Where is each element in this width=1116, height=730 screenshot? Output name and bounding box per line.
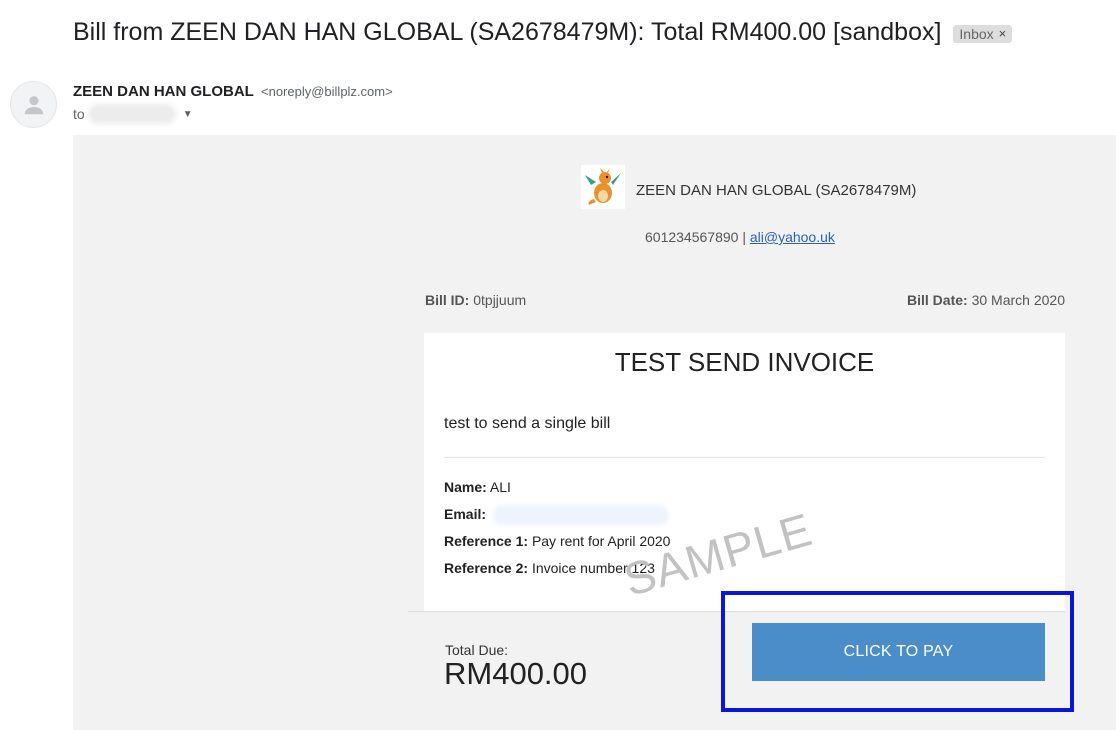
- bill-id: Bill ID: 0tpjjuum: [425, 292, 526, 308]
- merchant-phone: 601234567890: [645, 229, 739, 245]
- merchant-email-link[interactable]: ali@yahoo.uk: [750, 229, 835, 245]
- bill-id-value: 0tpjjuum: [473, 292, 527, 308]
- invoice-description: test to send a single bill: [444, 415, 611, 432]
- merchant-name: ZEEN DAN HAN GLOBAL (SA2678479M): [636, 182, 917, 199]
- to-label: to: [73, 106, 85, 122]
- reference-2-row: Reference 2: Invoice number 123: [444, 560, 655, 576]
- person-icon: [24, 95, 43, 114]
- customer-email-row: Email:: [444, 506, 666, 523]
- recipient-redacted: [90, 107, 173, 121]
- subject-row: Bill from ZEEN DAN HAN GLOBAL (SA2678479…: [73, 18, 1013, 47]
- sender-name[interactable]: ZEEN DAN HAN GLOBAL: [73, 83, 254, 100]
- bill-id-label: Bill ID:: [425, 292, 470, 308]
- email-label: Email:: [444, 506, 487, 522]
- email-body: ZEEN DAN HAN GLOBAL (SA2678479M) 6012345…: [73, 135, 1116, 730]
- bill-date-label: Bill Date:: [907, 292, 968, 308]
- sender-avatar[interactable]: [10, 81, 57, 128]
- dragon-logo: [581, 165, 625, 209]
- recipient-row: to ▼: [73, 106, 193, 122]
- total-due-amount: RM400.00: [444, 656, 588, 691]
- reference-1-label: Reference 1:: [444, 533, 529, 549]
- reference-2-value: Invoice number 123: [531, 560, 655, 576]
- reference-1-value: Pay rent for April 2020: [531, 533, 671, 549]
- invoice-card: TEST SEND INVOICE test to send a single …: [408, 333, 1065, 717]
- footer-divider: [408, 611, 1065, 612]
- reference-1-row: Reference 1: Pay rent for April 2020: [444, 533, 670, 549]
- divider: [444, 457, 1045, 458]
- inbox-label-text: Inbox: [959, 25, 994, 42]
- click-to-pay-button[interactable]: CLICK TO PAY: [752, 623, 1045, 681]
- bill-date-value: 30 March 2020: [971, 292, 1065, 308]
- inbox-label-chip[interactable]: Inbox ×: [953, 24, 1013, 43]
- contact-separator: |: [738, 229, 750, 245]
- email-subject: Bill from ZEEN DAN HAN GLOBAL (SA2678479…: [73, 18, 942, 46]
- remove-label-icon[interactable]: ×: [999, 26, 1007, 41]
- sender-row: ZEEN DAN HAN GLOBAL <noreply@billplz.com…: [73, 83, 393, 100]
- sender-email: <noreply@billplz.com>: [261, 84, 393, 99]
- reference-2-label: Reference 2:: [444, 560, 529, 576]
- name-value: ALI: [489, 479, 511, 495]
- bill-date: Bill Date: 30 March 2020: [907, 292, 1065, 308]
- dragon-logo-icon: [585, 168, 621, 205]
- invoice-title: TEST SEND INVOICE: [614, 347, 875, 377]
- name-label: Name:: [444, 479, 487, 495]
- merchant-contact: 601234567890 | ali@yahoo.uk: [645, 229, 835, 245]
- chevron-down-icon[interactable]: ▼: [183, 109, 193, 120]
- customer-name-row: Name: ALI: [444, 479, 511, 495]
- email-redacted: [495, 508, 666, 523]
